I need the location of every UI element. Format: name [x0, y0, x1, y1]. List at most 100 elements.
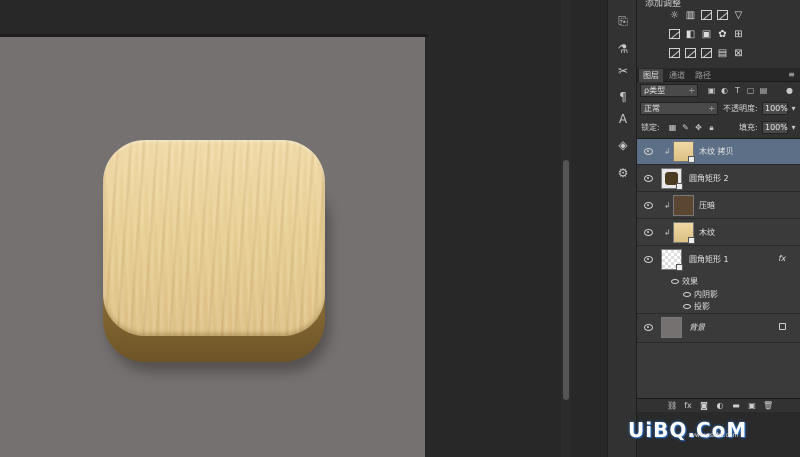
- layer-name[interactable]: 木纹: [699, 227, 715, 238]
- fill-input[interactable]: 100%: [762, 121, 788, 134]
- filter-smart-object-icon[interactable]: ▤: [759, 86, 768, 95]
- black-white-icon[interactable]: ▣: [701, 29, 712, 40]
- layer-filter-select[interactable]: ρ类型: [640, 84, 698, 97]
- adjustments-row-1: ☼ ▥ ▽: [669, 10, 744, 21]
- filter-toggle-icon[interactable]: ●: [785, 86, 794, 95]
- tab-channels[interactable]: 通道: [665, 69, 689, 82]
- visibility-eye-icon[interactable]: [643, 323, 653, 331]
- new-layer-icon[interactable]: ▣: [747, 401, 757, 411]
- filter-adjustment-icon[interactable]: ◐: [720, 86, 729, 95]
- filter-type-icon[interactable]: T: [733, 86, 742, 95]
- layer-effects-icon[interactable]: fx: [778, 254, 786, 263]
- layer-row-rounded-rect-2[interactable]: 圆角矩形 2: [637, 166, 800, 192]
- canvas-area: [0, 0, 570, 457]
- fill-label: 填充:: [739, 123, 758, 132]
- visibility-eye-icon[interactable]: [683, 292, 691, 297]
- effects-group[interactable]: 效果: [671, 276, 698, 287]
- threshold-icon[interactable]: [701, 48, 712, 58]
- layer-row-wood-copy[interactable]: ↲ 木纹 拷贝: [637, 139, 800, 165]
- brush-preset-icon[interactable]: ⚗: [614, 40, 632, 58]
- effects-label: 效果: [682, 277, 698, 286]
- new-adjustment-icon[interactable]: ◐: [715, 401, 725, 411]
- wood-icon-face: [103, 140, 325, 336]
- delete-layer-icon[interactable]: 🗑︎: [763, 401, 773, 411]
- photoshop-window: ⎘ ⚗ ✂ ¶ A ◈ ⚙ 添加调整 ☼ ▥ ▽ ◧ ▣ ✿ ⊞ ▤ ⊠ 图层 …: [0, 0, 800, 457]
- channel-mixer-icon[interactable]: ⊞: [733, 29, 744, 40]
- lock-transparent-icon[interactable]: ▦: [668, 123, 677, 132]
- layer-name[interactable]: 圆角矩形 2: [689, 173, 729, 184]
- add-mask-icon[interactable]: ◙: [699, 401, 709, 411]
- lock-label: 锁定:: [641, 123, 660, 132]
- panel-menu-icon[interactable]: ≡: [787, 70, 796, 79]
- visibility-eye-icon[interactable]: [643, 228, 653, 236]
- layer-name[interactable]: 背景: [689, 322, 705, 333]
- add-style-icon[interactable]: fx: [683, 401, 693, 411]
- scrollbar-thumb[interactable]: [563, 160, 569, 400]
- panel-gap: [571, 0, 607, 457]
- layer-row-rounded-rect-1[interactable]: 圆角矩形 1 fx 效果 内阴影 投影: [637, 247, 800, 314]
- link-layers-icon[interactable]: ⛓: [667, 401, 677, 411]
- tool-preset-icon[interactable]: ✂: [614, 62, 632, 80]
- adjustments-header: 添加调整: [645, 0, 682, 9]
- effect-name: 投影: [694, 302, 710, 311]
- layers-bottom-bar: ⛓ fx ◙ ◐ ▬ ▣ 🗑︎: [637, 398, 800, 412]
- opacity-label: 不透明度:: [723, 104, 758, 113]
- layers-panel: 添加调整 ☼ ▥ ▽ ◧ ▣ ✿ ⊞ ▤ ⊠ 图层 通道 路径 ≡ ρ类型 ÷ …: [637, 0, 800, 457]
- exposure-icon[interactable]: [717, 10, 728, 20]
- layer-row-background[interactable]: 背景: [637, 315, 800, 343]
- curves-icon[interactable]: [701, 10, 712, 20]
- layer-row-wood[interactable]: ↲ 木纹: [637, 220, 800, 246]
- character-icon[interactable]: A: [614, 110, 632, 128]
- blend-mode-select[interactable]: 正常: [640, 102, 718, 115]
- visibility-eye-icon[interactable]: [683, 304, 691, 309]
- watermark-url: www.psahz.com: [690, 432, 739, 439]
- hue-saturation-icon[interactable]: [669, 29, 680, 39]
- opacity-dropdown-icon[interactable]: ▾: [789, 104, 798, 113]
- smart-object-icon: [688, 237, 695, 244]
- visibility-eye-icon[interactable]: [643, 255, 653, 263]
- clipping-arrow-icon: ↲: [664, 201, 671, 210]
- layer-name[interactable]: 压暗: [699, 200, 715, 211]
- panel-tabs: 图层 通道 路径 ≡: [637, 68, 800, 82]
- paragraph-icon[interactable]: ¶: [614, 88, 632, 106]
- visibility-eye-icon[interactable]: [643, 147, 653, 155]
- tab-paths[interactable]: 路径: [691, 69, 715, 82]
- 3d-icon[interactable]: ◈: [614, 136, 632, 154]
- brightness-icon[interactable]: ☼: [669, 10, 680, 21]
- gradient-map-icon[interactable]: ▤: [717, 48, 728, 59]
- effect-inner-shadow[interactable]: 内阴影: [683, 289, 718, 300]
- filter-pixel-icon[interactable]: ▣: [707, 86, 716, 95]
- new-group-icon[interactable]: ▬: [731, 401, 741, 411]
- levels-icon[interactable]: ▥: [685, 10, 696, 21]
- properties-icon[interactable]: ⚙: [614, 164, 632, 182]
- lock-position-icon[interactable]: ✥: [694, 123, 703, 132]
- tab-layers[interactable]: 图层: [639, 69, 663, 82]
- visibility-eye-icon[interactable]: [671, 279, 679, 284]
- adjustments-row-2: ◧ ▣ ✿ ⊞: [669, 29, 744, 40]
- filter-shape-icon[interactable]: ▢: [746, 86, 755, 95]
- visibility-eye-icon[interactable]: [643, 174, 653, 182]
- fill-dropdown-icon[interactable]: ▾: [789, 123, 798, 132]
- visibility-eye-icon[interactable]: [643, 201, 653, 209]
- color-balance-icon[interactable]: ◧: [685, 29, 696, 40]
- lock-pixels-icon[interactable]: ✎: [681, 123, 690, 132]
- invert-icon[interactable]: [669, 48, 680, 58]
- lock-all-icon[interactable]: 🔒︎: [707, 123, 716, 132]
- layer-name[interactable]: 圆角矩形 1: [689, 254, 729, 265]
- selective-color-icon[interactable]: ⊠: [733, 48, 744, 59]
- layer-name[interactable]: 木纹 拷贝: [699, 146, 734, 157]
- effect-name: 内阴影: [694, 290, 718, 299]
- layer-thumbnail: [661, 317, 682, 338]
- lock-icon[interactable]: [779, 323, 786, 330]
- posterize-icon[interactable]: [685, 48, 696, 58]
- smart-object-icon: [676, 183, 683, 190]
- clipping-arrow-icon: ↲: [664, 147, 671, 156]
- history-icon[interactable]: ⎘: [614, 12, 632, 30]
- effect-drop-shadow[interactable]: 投影: [683, 301, 710, 312]
- vibrance-icon[interactable]: ▽: [733, 10, 744, 21]
- opacity-input[interactable]: 100%: [762, 102, 788, 115]
- layer-row-darken[interactable]: ↲ 压暗: [637, 193, 800, 219]
- photo-filter-icon[interactable]: ✿: [717, 29, 728, 40]
- layer-thumbnail: [673, 195, 694, 216]
- adjustments-row-3: ▤ ⊠: [669, 48, 744, 59]
